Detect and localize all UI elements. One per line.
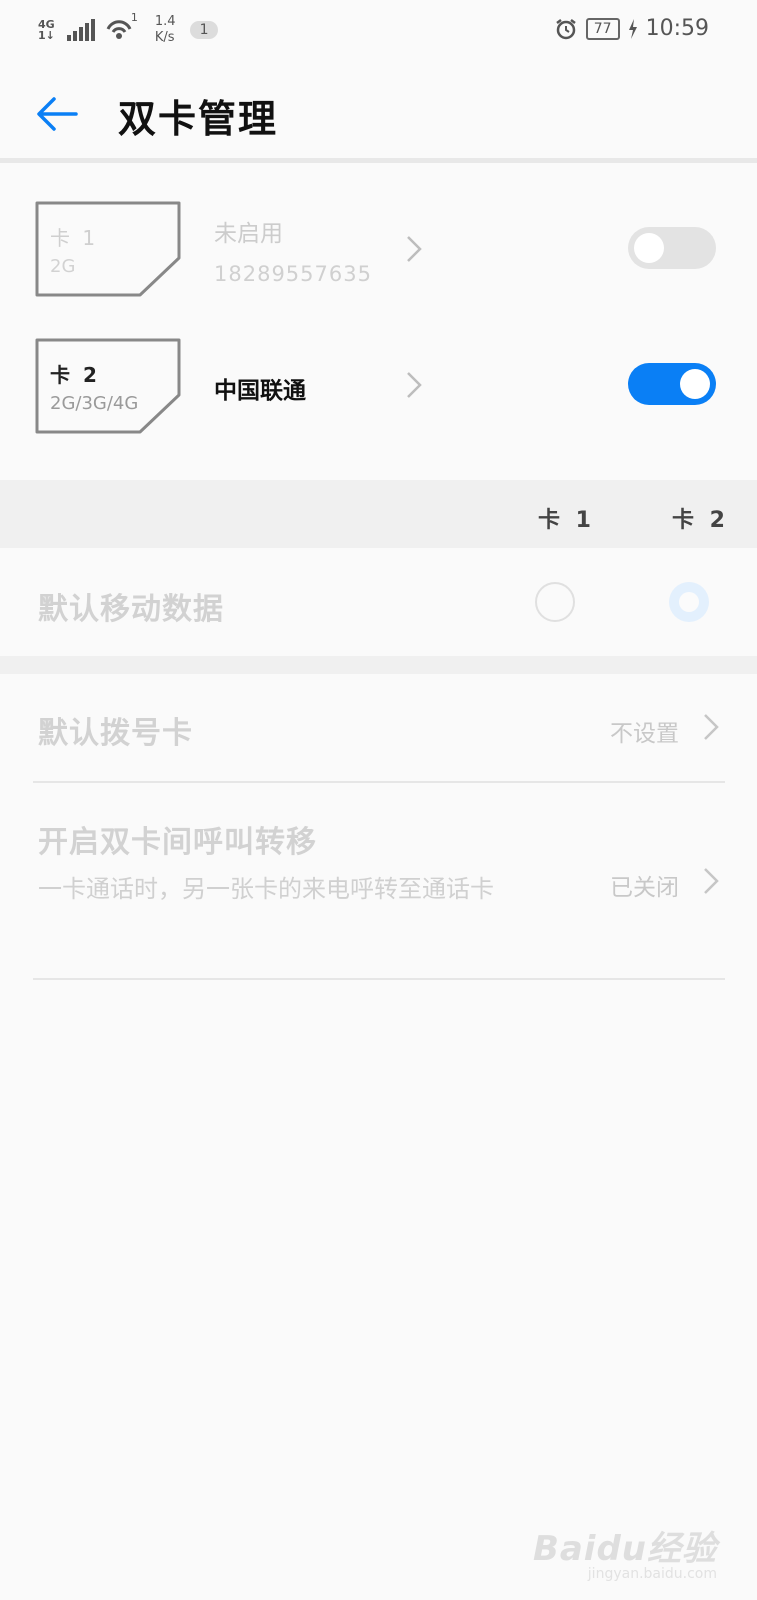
sim-card-1-toggle[interactable]	[628, 227, 716, 269]
sim-card-network-types: 2G/3G/4G	[50, 393, 139, 414]
clock-time: 10:59	[645, 16, 709, 41]
sim-card-info-1[interactable]: 未启用 18289557635	[214, 214, 372, 286]
column-label-card-2: 卡 2	[672, 508, 729, 533]
sim-card-row-1: 卡 1 2G 未启用 18289557635	[0, 200, 757, 310]
battery-level: 77	[585, 17, 620, 40]
toggle-knob	[634, 233, 664, 263]
section-gap	[0, 656, 757, 674]
chevron-right-icon	[704, 868, 719, 894]
baidu-jingyan-watermark: Baidu经验 jingyan.baidu.com	[533, 1521, 717, 1582]
alarm-clock-icon	[556, 18, 576, 39]
status-bar: 4G 1↓ 1 1.4 K/s 1 77 10:59	[0, 0, 757, 64]
sim-indicator-badge: 1	[189, 21, 219, 39]
card-column-header: 卡 1 卡 2	[0, 480, 757, 548]
dual-card-call-forwarding-row[interactable]: 开启双卡间呼叫转移 一卡通话时，另一张卡的来电呼转至通话卡 已关闭	[0, 783, 757, 979]
chevron-right-icon	[704, 714, 719, 740]
default-mobile-data-label: 默认移动数据	[38, 592, 224, 627]
watermark-logo: Baidu经验	[532, 1529, 717, 1569]
default-dial-card-label: 默认拨号卡	[38, 716, 193, 751]
sim-card-icon-2: 卡 2 2G/3G/4G	[34, 337, 182, 435]
wifi-icon: 1	[105, 11, 138, 43]
header-divider	[0, 158, 757, 163]
toggle-knob	[680, 369, 710, 399]
wifi-index: 1	[130, 11, 138, 24]
back-button[interactable]	[34, 90, 82, 138]
chevron-right-icon[interactable]	[406, 235, 422, 263]
mobile-data-radio-card-1[interactable]	[535, 582, 575, 622]
sim-card-info-2[interactable]: 中国联通	[214, 371, 306, 405]
sim-card-name: 卡 2	[50, 363, 100, 387]
column-label-card-1: 卡 1	[538, 508, 595, 533]
sim-card-number: 18289557635	[214, 262, 372, 286]
default-mobile-data-row: 默认移动数据	[0, 548, 757, 656]
sim-card-status: 中国联通	[214, 378, 306, 404]
page-title: 双卡管理	[118, 97, 279, 141]
sim-card-row-2: 卡 2 2G/3G/4G 中国联通	[0, 337, 757, 447]
call-forwarding-description: 一卡通话时，另一张卡的来电呼转至通话卡	[38, 875, 494, 903]
list-divider	[33, 978, 725, 980]
status-left: 4G 1↓ 1 1.4 K/s 1	[38, 11, 219, 46]
charging-icon	[628, 18, 637, 39]
call-forwarding-value: 已关闭	[610, 875, 679, 901]
app-bar: 双卡管理	[0, 64, 757, 160]
default-dial-card-row[interactable]: 默认拨号卡 不设置	[0, 674, 757, 782]
call-forwarding-label: 开启双卡间呼叫转移	[38, 825, 317, 860]
status-right: 77 10:59	[554, 16, 709, 41]
network-type-indicator: 4G 1↓	[38, 18, 55, 42]
mobile-data-radio-card-2[interactable]	[669, 582, 709, 622]
network-speed: 1.4 K/s	[154, 14, 176, 45]
sim-card-name: 卡 1	[50, 226, 99, 250]
arrow-left-icon	[37, 97, 78, 131]
sim-card-icon-1: 卡 1 2G	[34, 200, 182, 298]
default-dial-card-value: 不设置	[610, 721, 679, 747]
chevron-right-icon[interactable]	[406, 371, 422, 399]
sim-card-status: 未启用	[214, 221, 283, 247]
sim-card-2-toggle[interactable]	[628, 363, 716, 405]
signal-strength-icon	[66, 19, 95, 41]
sim-card-network-types: 2G	[50, 256, 76, 277]
